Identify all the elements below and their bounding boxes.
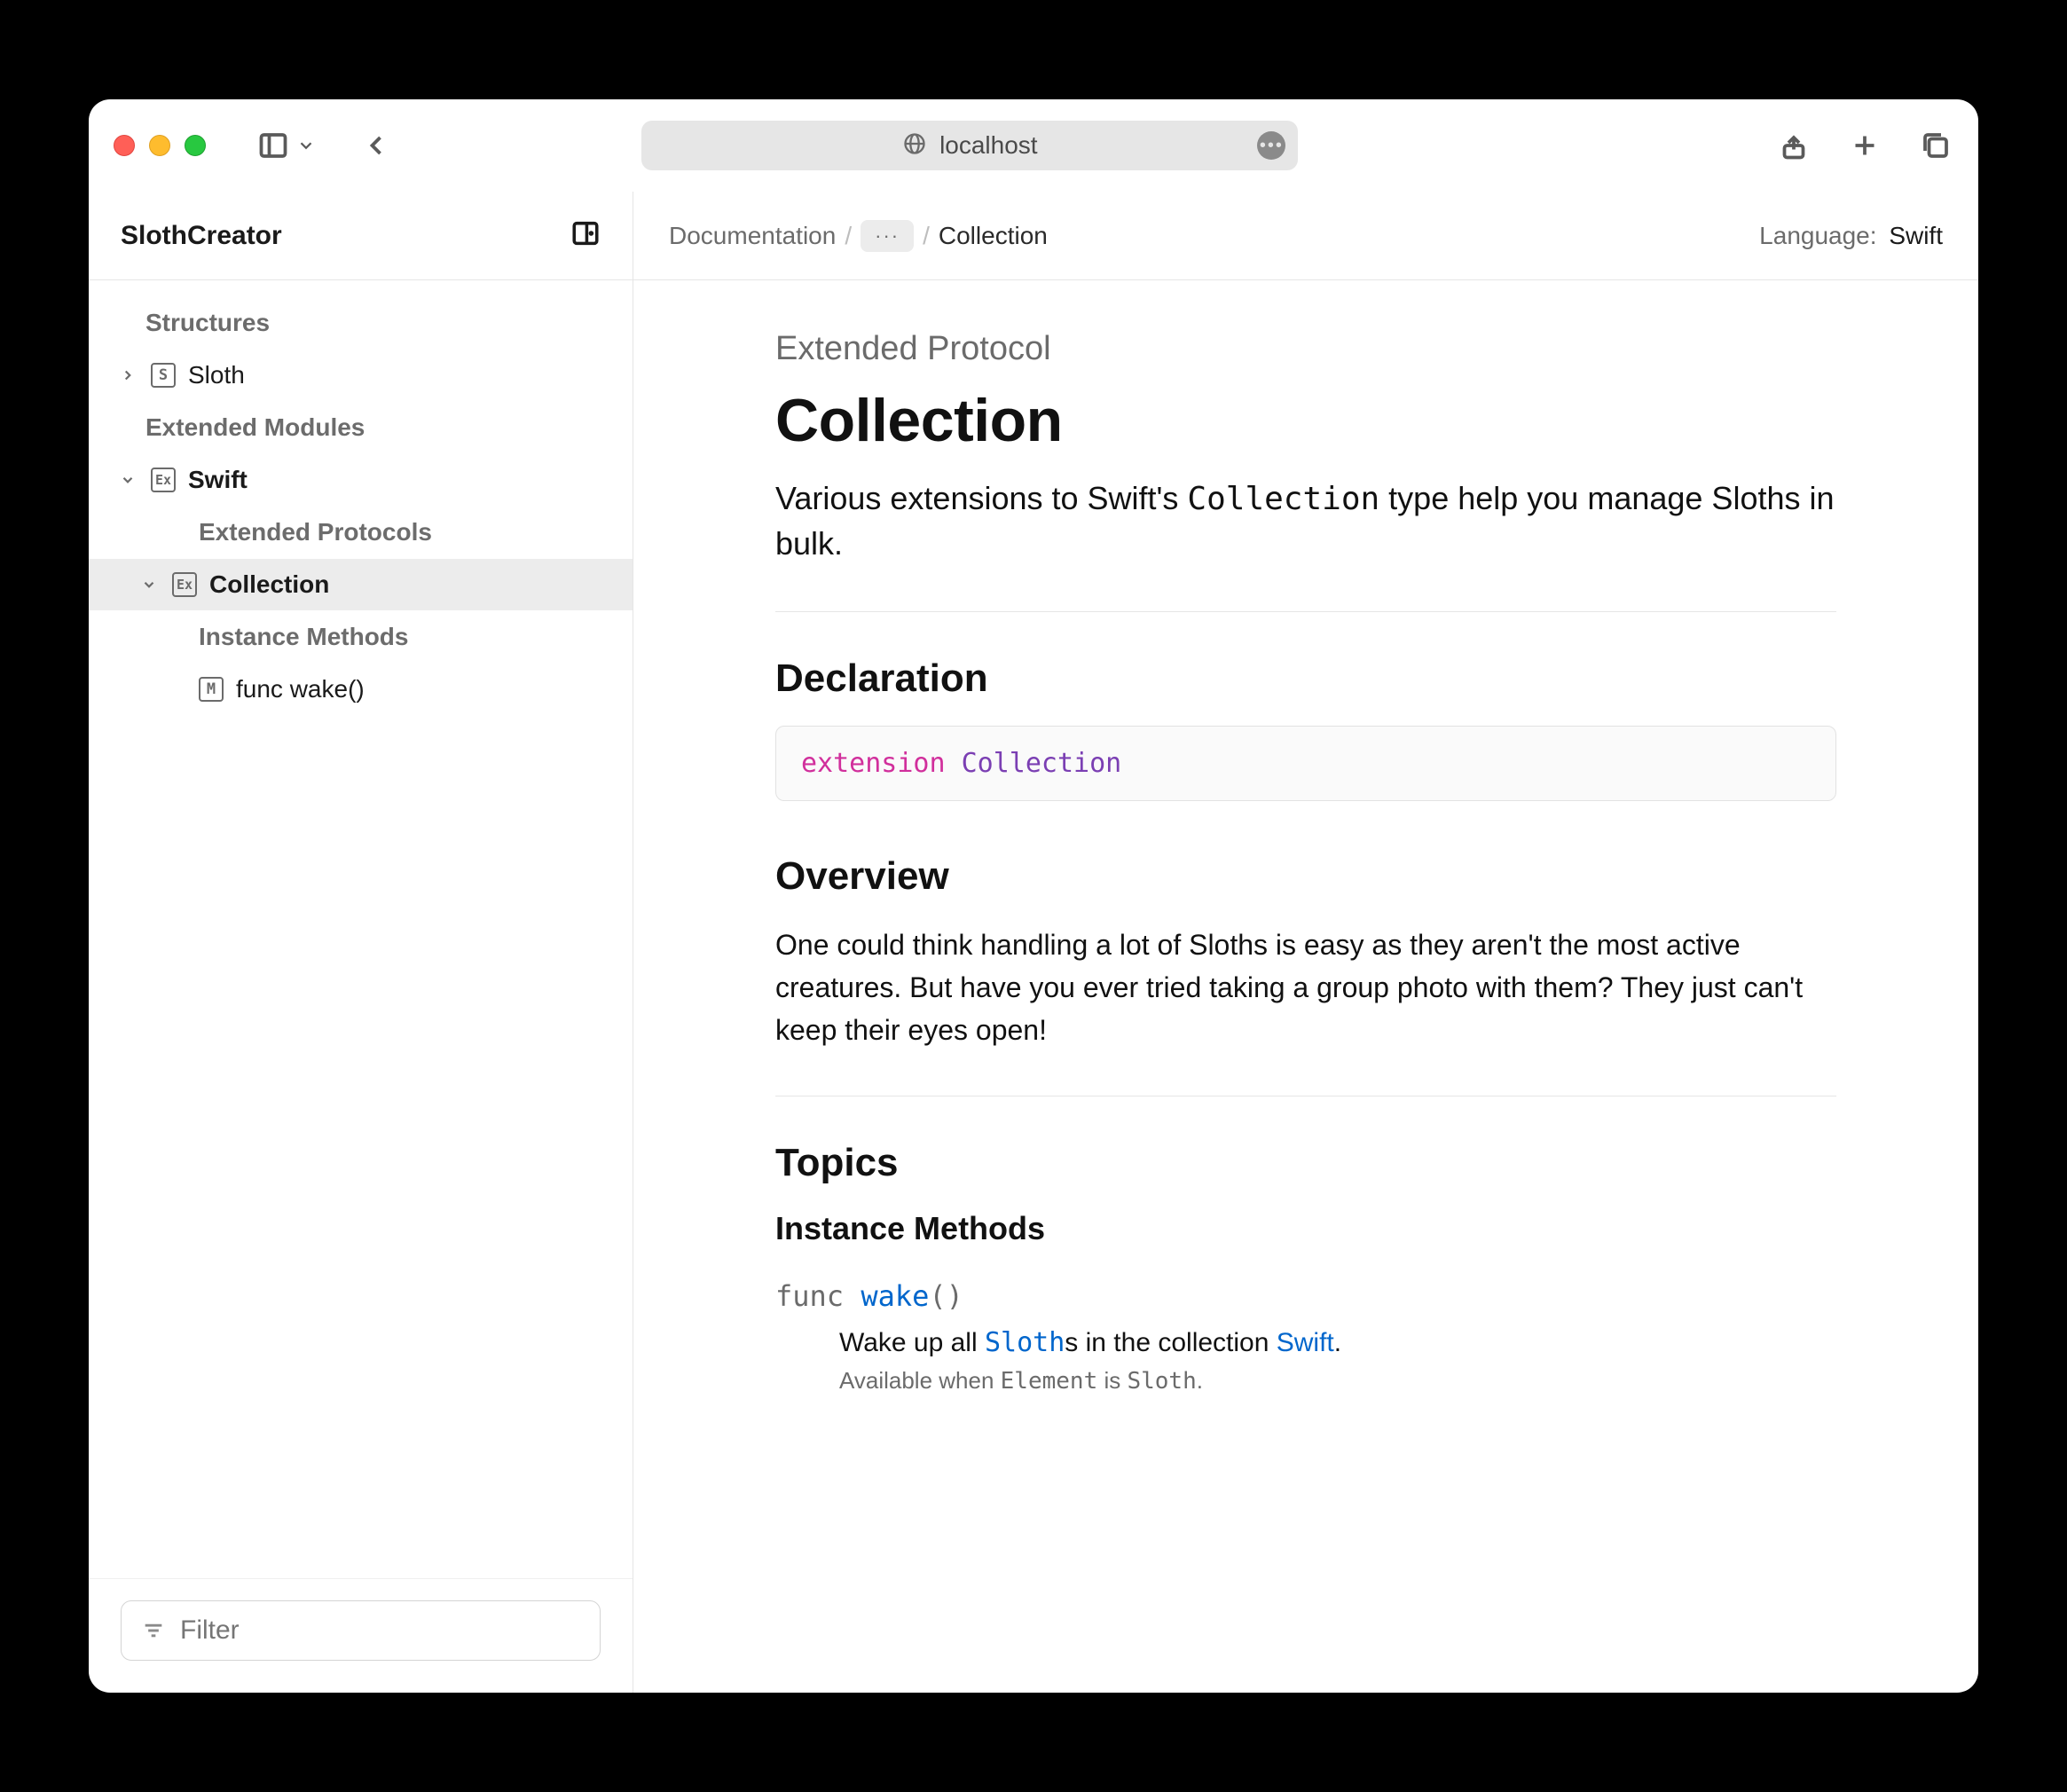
overview-paragraph: One could think handling a lot of Sloths… (775, 924, 1836, 1051)
tree-item-swift[interactable]: Ex Swift (89, 454, 633, 506)
tree-label: Swift (188, 466, 248, 494)
language-value: Swift (1889, 222, 1943, 249)
toggle-panel-button[interactable] (570, 218, 601, 253)
avail-text: . (1197, 1367, 1203, 1394)
new-tab-button[interactable] (1847, 128, 1882, 163)
filter-input[interactable] (121, 1600, 601, 1661)
method-badge: M (199, 677, 224, 702)
sig-function-name: wake (861, 1279, 929, 1313)
breadcrumb-current: Collection (939, 222, 1048, 250)
type-name: Collection (962, 748, 1122, 779)
sidebar-header: SlothCreator (89, 192, 633, 280)
address-bar[interactable]: localhost ••• (641, 121, 1298, 170)
avail-code: Sloth (1127, 1368, 1196, 1395)
chevron-down-icon (296, 128, 316, 163)
desc-text: Wake up all (839, 1328, 985, 1357)
breadcrumb: Documentation / ··· / Collection Languag… (633, 192, 1978, 280)
filter-text-input[interactable] (180, 1615, 580, 1646)
section-instance-methods: Instance Methods (89, 610, 633, 664)
overview-heading: Overview (775, 854, 1836, 899)
minimize-window-button[interactable] (149, 135, 170, 156)
desc-text: s in the collection (1065, 1328, 1276, 1357)
page-title: Collection (775, 386, 1836, 455)
desc-link[interactable]: Swift (1277, 1328, 1334, 1357)
summary: Various extensions to Swift's Collection… (775, 476, 1836, 567)
close-window-button[interactable] (114, 135, 135, 156)
breadcrumb-root[interactable]: Documentation (669, 222, 836, 250)
tree-item-sloth[interactable]: S Sloth (89, 350, 633, 401)
section-structures: Structures (89, 296, 633, 350)
desc-text: . (1334, 1328, 1341, 1357)
share-button[interactable] (1776, 128, 1812, 163)
tabs-overview-button[interactable] (1918, 128, 1953, 163)
chevron-down-icon (138, 577, 160, 593)
chevron-down-icon (117, 472, 138, 488)
availability: Available when Element is Sloth. (839, 1367, 1836, 1395)
traffic-lights (114, 135, 206, 156)
method-signature[interactable]: func wake() (775, 1279, 1836, 1313)
titlebar: localhost ••• (89, 99, 1978, 192)
navigator-tree: Structures S Sloth Extended Modules Ex S… (89, 280, 633, 1578)
content-area: SlothCreator Structures S Sloth Extended… (89, 192, 1978, 1693)
topic-description: Wake up all Sloths in the collection Swi… (839, 1327, 1836, 1358)
desc-link-code[interactable]: Sloth (985, 1327, 1065, 1358)
extension-badge: Ex (172, 572, 197, 597)
tree-label: Sloth (188, 361, 245, 389)
struct-badge: S (151, 363, 176, 388)
chevron-right-icon (117, 367, 138, 383)
summary-code: Collection (1187, 481, 1379, 517)
instance-methods-heading: Instance Methods (775, 1210, 1836, 1247)
tree-item-collection[interactable]: Ex Collection (89, 559, 633, 610)
document: Extended Protocol Collection Various ext… (633, 280, 1978, 1693)
back-button[interactable] (358, 128, 394, 163)
language-label: Language: (1759, 222, 1876, 249)
browser-window: localhost ••• SlothCreator Struc (89, 99, 1978, 1693)
avail-text: Available when (839, 1367, 1001, 1394)
eyebrow: Extended Protocol (775, 330, 1836, 368)
summary-text: Various extensions to Swift's (775, 480, 1187, 516)
declaration-heading: Declaration (775, 656, 1836, 701)
language-picker[interactable]: Language: Swift (1759, 222, 1943, 250)
extension-badge: Ex (151, 468, 176, 492)
topics-heading: Topics (775, 1141, 1836, 1185)
sidebar-toggle[interactable] (255, 128, 316, 163)
sig-parens: () (929, 1279, 963, 1313)
main-pane: Documentation / ··· / Collection Languag… (633, 192, 1978, 1693)
address-host: localhost (939, 131, 1038, 160)
globe-icon (902, 131, 927, 161)
sidebar: SlothCreator Structures S Sloth Extended… (89, 192, 633, 1693)
avail-text: is (1097, 1367, 1127, 1394)
sidebar-filter (89, 1578, 633, 1693)
breadcrumb-separator: / (845, 222, 852, 250)
sig-keyword: func (775, 1279, 861, 1313)
breadcrumb-separator: / (923, 222, 930, 250)
sidebar-icon (255, 128, 291, 163)
filter-icon (141, 1618, 166, 1643)
tree-item-func-wake[interactable]: M func wake() (89, 664, 633, 715)
avail-code: Element (1001, 1368, 1098, 1395)
fullscreen-window-button[interactable] (185, 135, 206, 156)
address-more-icon[interactable]: ••• (1257, 131, 1285, 160)
tree-label: Collection (209, 570, 329, 599)
keyword: extension (801, 748, 946, 779)
breadcrumb-overflow[interactable]: ··· (861, 220, 914, 252)
declaration-block: extension Collection (775, 726, 1836, 801)
project-title: SlothCreator (121, 221, 570, 251)
divider (775, 611, 1836, 612)
tree-label: func wake() (236, 675, 365, 703)
section-extended-modules: Extended Modules (89, 401, 633, 454)
section-extended-protocols: Extended Protocols (89, 506, 633, 559)
